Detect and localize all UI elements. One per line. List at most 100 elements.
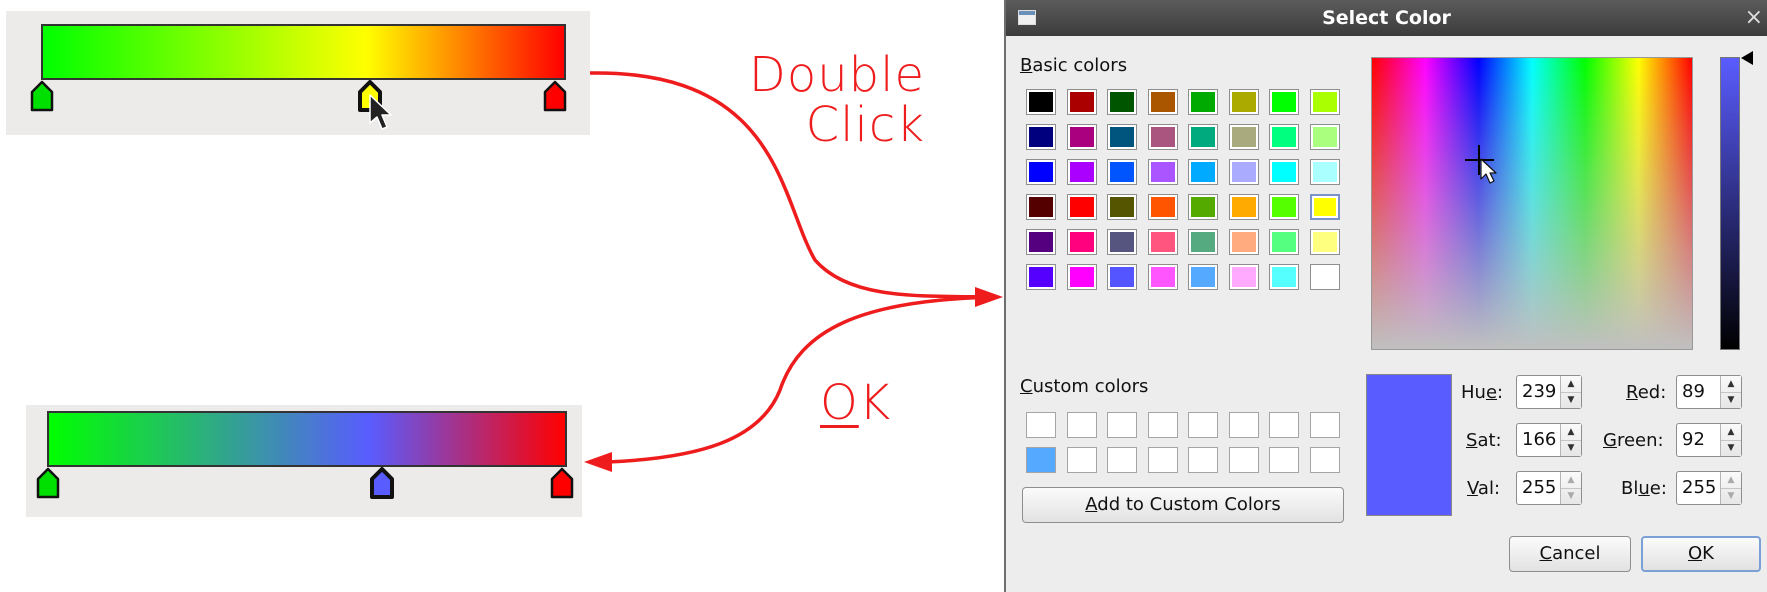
basic-color-swatch[interactable] bbox=[1188, 194, 1218, 220]
basic-color-swatch[interactable] bbox=[1269, 264, 1299, 290]
hue-saturation-picker[interactable] bbox=[1371, 57, 1693, 350]
add-to-custom-colors-button[interactable]: Add to Custom Colors bbox=[1022, 487, 1344, 523]
basic-color-swatch[interactable] bbox=[1228, 194, 1259, 220]
title-bar[interactable]: Select Color × bbox=[1006, 0, 1767, 36]
green-label: Green: bbox=[1603, 430, 1664, 451]
basic-color-swatch[interactable] bbox=[1309, 229, 1340, 255]
basic-color-swatch[interactable] bbox=[1269, 159, 1299, 185]
close-icon[interactable]: × bbox=[1745, 5, 1763, 30]
basic-color-swatch[interactable] bbox=[1107, 264, 1137, 290]
custom-color-swatch[interactable] bbox=[1147, 447, 1178, 473]
custom-color-swatch[interactable] bbox=[1269, 412, 1299, 438]
basic-color-swatch[interactable] bbox=[1066, 159, 1097, 185]
basic-color-swatch[interactable] bbox=[1269, 229, 1299, 255]
custom-color-swatch[interactable] bbox=[1309, 412, 1340, 438]
basic-color-swatch[interactable] bbox=[1026, 124, 1056, 150]
basic-color-swatch[interactable] bbox=[1309, 264, 1340, 290]
basic-color-swatch[interactable] bbox=[1147, 264, 1178, 290]
basic-color-swatch[interactable] bbox=[1228, 264, 1259, 290]
custom-color-swatch[interactable] bbox=[1188, 447, 1218, 473]
crosshair-icon bbox=[1465, 145, 1497, 184]
custom-color-swatch[interactable] bbox=[1026, 447, 1056, 473]
hue-label: Hue: bbox=[1461, 382, 1504, 403]
basic-color-swatch[interactable] bbox=[1026, 264, 1056, 290]
spin-up-icon[interactable]: ▲ bbox=[1561, 376, 1581, 393]
custom-color-swatch[interactable] bbox=[1309, 447, 1340, 473]
green-spinbox[interactable]: 92 ▲ ▼ bbox=[1676, 423, 1742, 457]
basic-color-swatch[interactable] bbox=[1147, 194, 1178, 220]
basic-color-swatch[interactable] bbox=[1228, 124, 1259, 150]
cancel-button[interactable]: Cancel bbox=[1509, 536, 1631, 572]
red-spinbox[interactable]: 89 ▲ ▼ bbox=[1676, 375, 1742, 409]
spin-up-icon[interactable]: ▲ bbox=[1561, 472, 1581, 489]
spin-down-icon[interactable]: ▼ bbox=[1721, 440, 1741, 456]
spin-down-icon[interactable]: ▼ bbox=[1561, 440, 1581, 456]
ok-button[interactable]: OK bbox=[1641, 536, 1761, 572]
sat-spinbox[interactable]: 166 ▲ ▼ bbox=[1516, 423, 1582, 457]
basic-color-swatch[interactable] bbox=[1228, 229, 1259, 255]
basic-color-swatch[interactable] bbox=[1228, 159, 1259, 185]
custom-colors-label: Custom colors bbox=[1020, 376, 1149, 397]
basic-color-swatch[interactable] bbox=[1147, 124, 1178, 150]
basic-color-swatch[interactable] bbox=[1107, 194, 1137, 220]
basic-color-swatch[interactable] bbox=[1066, 229, 1097, 255]
basic-color-swatch[interactable] bbox=[1269, 124, 1299, 150]
basic-color-swatch[interactable] bbox=[1066, 194, 1097, 220]
selected-color-preview bbox=[1366, 374, 1452, 516]
spin-down-icon[interactable]: ▼ bbox=[1561, 488, 1581, 504]
basic-color-swatch[interactable] bbox=[1269, 89, 1299, 115]
spin-up-icon[interactable]: ▲ bbox=[1721, 376, 1741, 393]
basic-color-swatch[interactable] bbox=[1309, 89, 1340, 115]
basic-color-swatch[interactable] bbox=[1309, 194, 1340, 220]
basic-color-swatch[interactable] bbox=[1269, 194, 1299, 220]
basic-color-swatch[interactable] bbox=[1228, 89, 1259, 115]
spin-down-icon[interactable]: ▼ bbox=[1561, 392, 1581, 408]
custom-color-swatch[interactable] bbox=[1107, 412, 1137, 438]
basic-colors-label: Basic colors bbox=[1020, 55, 1128, 76]
arrow-to-gradient bbox=[607, 295, 996, 464]
basic-color-swatch[interactable] bbox=[1107, 124, 1137, 150]
blue-spinbox[interactable]: 255 ▲ ▼ bbox=[1676, 471, 1742, 505]
hue-spinbox[interactable]: 239 ▲ ▼ bbox=[1516, 375, 1582, 409]
basic-color-swatch[interactable] bbox=[1147, 89, 1178, 115]
spin-down-icon[interactable]: ▼ bbox=[1721, 488, 1741, 504]
spin-up-icon[interactable]: ▲ bbox=[1561, 424, 1581, 441]
basic-color-swatch[interactable] bbox=[1147, 229, 1178, 255]
val-spinbox[interactable]: 255 ▲ ▼ bbox=[1516, 471, 1582, 505]
basic-color-swatch[interactable] bbox=[1188, 89, 1218, 115]
basic-color-swatch[interactable] bbox=[1026, 159, 1056, 185]
basic-color-swatch[interactable] bbox=[1066, 89, 1097, 115]
basic-color-swatch[interactable] bbox=[1107, 159, 1137, 185]
basic-color-swatch[interactable] bbox=[1188, 229, 1218, 255]
basic-color-swatch[interactable] bbox=[1188, 124, 1218, 150]
basic-color-swatch[interactable] bbox=[1107, 89, 1137, 115]
custom-color-swatch[interactable] bbox=[1188, 412, 1218, 438]
basic-color-swatch[interactable] bbox=[1309, 159, 1340, 185]
custom-color-swatch[interactable] bbox=[1026, 412, 1056, 438]
basic-color-swatch[interactable] bbox=[1309, 124, 1340, 150]
custom-color-swatch[interactable] bbox=[1228, 447, 1259, 473]
spin-up-icon[interactable]: ▲ bbox=[1721, 472, 1741, 489]
custom-color-swatch[interactable] bbox=[1147, 412, 1178, 438]
custom-color-swatch[interactable] bbox=[1228, 412, 1259, 438]
value-slider[interactable] bbox=[1720, 57, 1740, 350]
custom-color-swatch[interactable] bbox=[1269, 447, 1299, 473]
basic-color-swatch[interactable] bbox=[1107, 229, 1137, 255]
basic-color-swatch[interactable] bbox=[1188, 264, 1218, 290]
spin-down-icon[interactable]: ▼ bbox=[1721, 392, 1741, 408]
blue-label: Blue: bbox=[1621, 478, 1667, 499]
basic-color-swatch[interactable] bbox=[1026, 229, 1056, 255]
basic-color-swatch[interactable] bbox=[1147, 159, 1178, 185]
spin-up-icon[interactable]: ▲ bbox=[1721, 424, 1741, 441]
value-slider-handle-icon[interactable] bbox=[1741, 51, 1753, 65]
basic-color-swatch[interactable] bbox=[1066, 124, 1097, 150]
red-label: Red: bbox=[1626, 382, 1667, 403]
custom-color-swatch[interactable] bbox=[1066, 447, 1097, 473]
basic-color-swatch[interactable] bbox=[1026, 194, 1056, 220]
basic-color-swatch[interactable] bbox=[1188, 159, 1218, 185]
basic-color-swatch[interactable] bbox=[1066, 264, 1097, 290]
sat-label: Sat: bbox=[1466, 430, 1502, 451]
basic-color-swatch[interactable] bbox=[1026, 89, 1056, 115]
custom-color-swatch[interactable] bbox=[1107, 447, 1137, 473]
custom-color-swatch[interactable] bbox=[1066, 412, 1097, 438]
